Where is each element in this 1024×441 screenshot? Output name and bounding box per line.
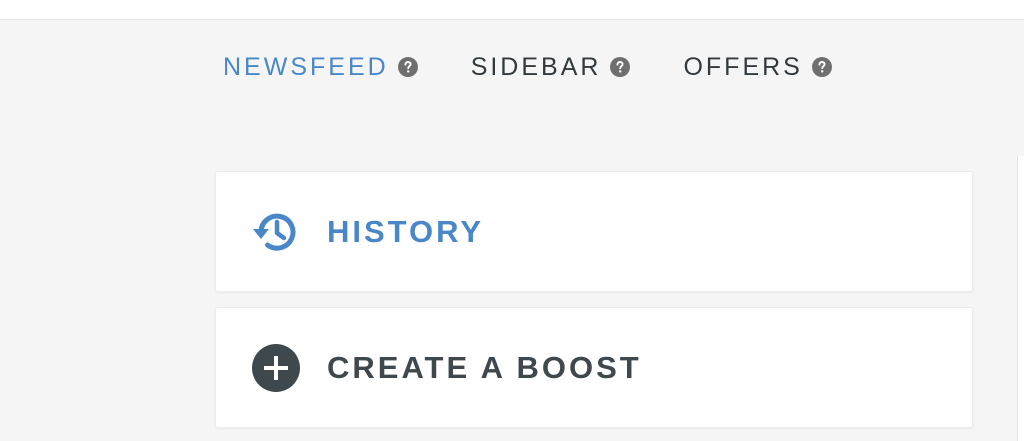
tab-sidebar-label: SIDEBAR <box>470 52 602 81</box>
history-label: HISTORY <box>327 213 485 249</box>
boost-type-tabs: NEWSFEED SIDEBAR OFFERS <box>223 52 833 82</box>
history-card[interactable]: HISTORY <box>215 171 973 292</box>
top-bar <box>0 0 1024 20</box>
help-icon[interactable] <box>609 56 631 78</box>
create-boost-label: CREATE A BOOST <box>327 349 642 385</box>
create-boost-card[interactable]: CREATE A BOOST <box>215 307 973 428</box>
tab-offers[interactable]: OFFERS <box>683 53 832 82</box>
tab-sidebar[interactable]: SIDEBAR <box>471 53 632 82</box>
tab-offers-label: OFFERS <box>683 52 803 81</box>
history-icon <box>249 205 303 259</box>
tab-newsfeed-label: NEWSFEED <box>223 52 389 81</box>
help-icon[interactable] <box>397 56 419 78</box>
add-circle-icon <box>249 341 303 395</box>
help-icon[interactable] <box>811 56 833 78</box>
right-panel-edge <box>1017 156 1024 441</box>
tab-newsfeed[interactable]: NEWSFEED <box>223 53 419 82</box>
